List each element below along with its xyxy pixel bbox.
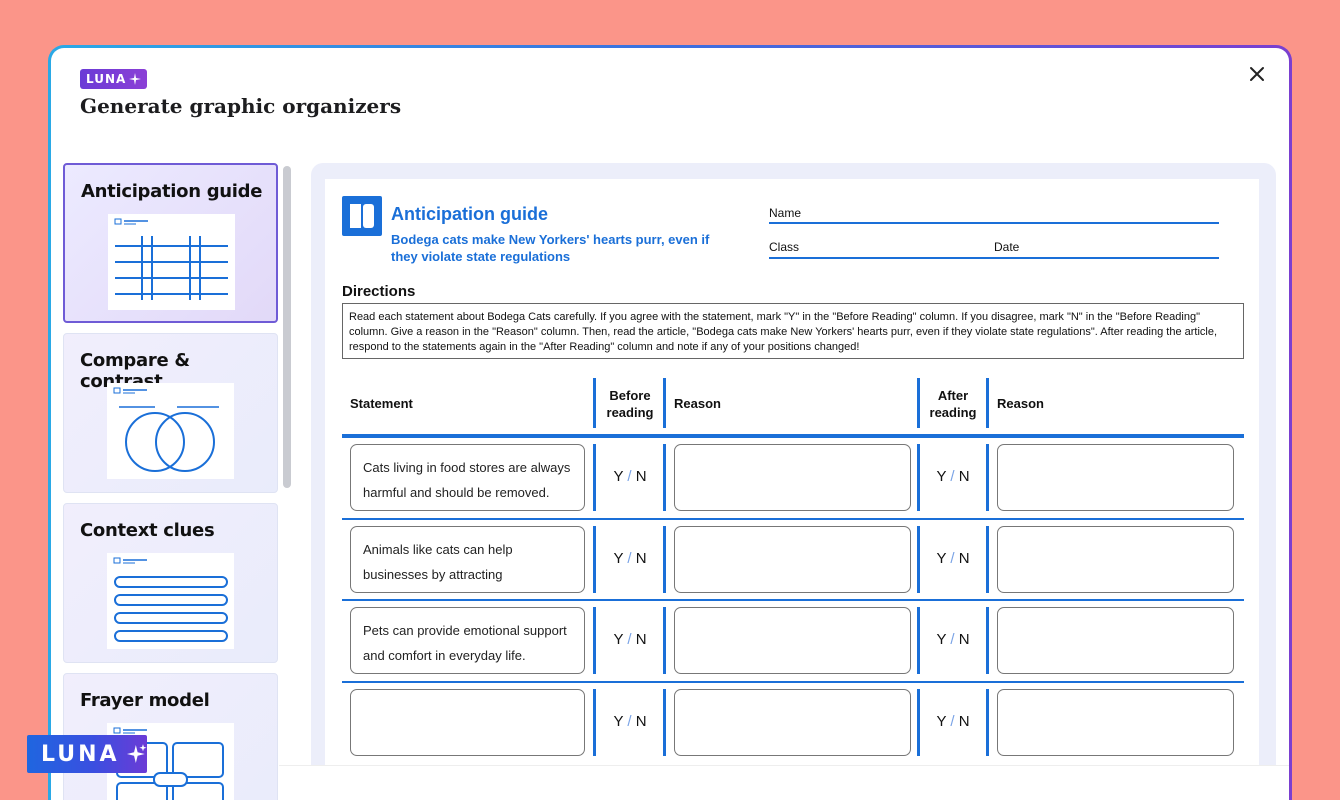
luna-badge-label: LUNA [86, 72, 127, 86]
sidebar-item-label: Context clues [80, 520, 215, 541]
sparkle-icon [126, 744, 147, 763]
class-date-line [769, 257, 1219, 259]
after-reading-yn[interactable]: Y / N [920, 631, 986, 648]
date-label: Date [994, 240, 1020, 254]
close-icon [1250, 67, 1264, 81]
sidebar-scrollbar[interactable] [283, 166, 291, 488]
column-header-after-reading: After reading [929, 388, 977, 420]
sidebar-item-compare-contrast[interactable]: Compare & contrast [63, 333, 278, 493]
row-rule [342, 518, 1244, 520]
organizer-type-list: Anticipation guide Compare & contrast Co… [63, 163, 295, 800]
before-reading-yn[interactable]: Y / N [597, 631, 663, 648]
column-header-reason-1: Reason [674, 396, 721, 411]
reason-input[interactable] [997, 526, 1234, 593]
reason-input[interactable] [997, 444, 1234, 511]
book-logo-icon [342, 196, 382, 236]
sparkle-icon [129, 73, 142, 85]
directions-text: Read each statement about Bodega Cats ca… [342, 303, 1244, 359]
after-reading-yn[interactable]: Y / N [920, 550, 986, 567]
footer-bar [279, 765, 1289, 800]
before-reading-yn[interactable]: Y / N [597, 550, 663, 567]
reason-input[interactable] [674, 607, 911, 674]
preview-panel: Anticipation guide Bodega cats make New … [311, 163, 1276, 799]
name-label: Name [769, 206, 802, 220]
column-divider [663, 444, 666, 511]
column-divider [663, 607, 666, 674]
column-divider [593, 378, 596, 428]
close-button[interactable] [1245, 62, 1269, 86]
sidebar-item-label: Anticipation guide [81, 181, 263, 202]
worksheet-preview: Anticipation guide Bodega cats make New … [325, 179, 1259, 799]
statement-cell[interactable]: Pets can provide emotional support and c… [350, 607, 585, 674]
column-divider [663, 378, 666, 428]
column-header-statement: Statement [350, 396, 413, 411]
reason-input[interactable] [674, 526, 911, 593]
statement-cell[interactable]: Animals like cats can help businesses by… [350, 526, 585, 593]
header-rule [342, 434, 1244, 438]
reason-input[interactable] [674, 689, 911, 756]
row-rule [342, 599, 1244, 601]
reason-input[interactable] [674, 444, 911, 511]
column-divider [593, 526, 596, 593]
column-header-before-reading: Before reading [606, 388, 654, 420]
modal-frame: LUNA Generate graphic organizers Anticip… [48, 45, 1292, 800]
sidebar-item-context-clues[interactable]: Context clues [63, 503, 278, 663]
row-rule [342, 681, 1244, 683]
column-divider [663, 689, 666, 756]
column-divider [593, 607, 596, 674]
sidebar-item-anticipation-guide[interactable]: Anticipation guide [63, 163, 278, 323]
after-reading-yn[interactable]: Y / N [920, 713, 986, 730]
luna-floating-label: LUNA [41, 741, 120, 767]
statement-cell[interactable]: Cats living in food stores are always ha… [350, 444, 585, 511]
name-line [769, 222, 1219, 224]
column-divider [986, 607, 989, 674]
directions-heading: Directions [342, 283, 416, 300]
statement-cell[interactable] [350, 689, 585, 756]
column-divider [986, 689, 989, 756]
reason-input[interactable] [997, 607, 1234, 674]
luna-floating-button[interactable]: LUNA [27, 735, 147, 773]
modal-title: Generate graphic organizers [80, 94, 402, 118]
luna-badge: LUNA [80, 69, 148, 89]
column-divider [593, 444, 596, 511]
generate-organizers-modal: LUNA Generate graphic organizers Anticip… [51, 48, 1289, 800]
worksheet-title: Anticipation guide [391, 204, 548, 224]
after-reading-yn[interactable]: Y / N [920, 468, 986, 485]
venn-diagram-thumbnail [107, 383, 234, 479]
before-reading-yn[interactable]: Y / N [597, 713, 663, 730]
list-thumbnail [107, 553, 234, 649]
reason-input[interactable] [997, 689, 1234, 756]
column-divider [663, 526, 666, 593]
class-label: Class [769, 240, 800, 254]
table-thumbnail [108, 214, 235, 310]
column-divider [917, 378, 920, 428]
column-header-reason-2: Reason [997, 396, 1044, 411]
before-reading-yn[interactable]: Y / N [597, 468, 663, 485]
column-divider [986, 526, 989, 593]
column-divider [986, 444, 989, 511]
sidebar-item-label: Frayer model [80, 690, 210, 711]
column-divider [593, 689, 596, 756]
column-divider [986, 378, 989, 428]
worksheet-subtitle: Bodega cats make New Yorkers' hearts pur… [391, 232, 710, 264]
